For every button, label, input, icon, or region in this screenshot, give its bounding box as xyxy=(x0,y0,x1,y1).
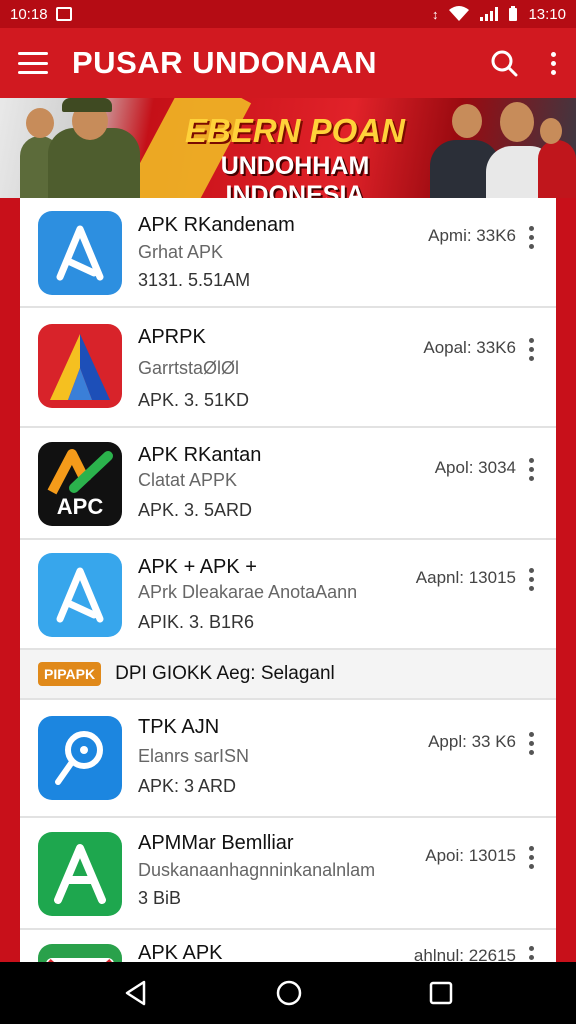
apc-icon: APC xyxy=(38,442,122,526)
app-meta: APK. 3. 51KD xyxy=(138,390,250,410)
gmail-icon xyxy=(38,944,122,962)
signal-icon xyxy=(480,7,499,21)
app-version: Apmi: 33K6 xyxy=(428,226,516,245)
svg-text:APC: APC xyxy=(57,494,104,519)
pin-icon xyxy=(38,716,122,800)
app-list-item[interactable]: APC APK RKantan Clatat APPK APK. 3. 5ARD… xyxy=(20,428,556,540)
app-name: APMMar Bemlliar xyxy=(138,832,294,854)
app-list-item[interactable]: APK + APK + APrk Dleakarae AnotaAann API… xyxy=(20,540,556,650)
overflow-menu-icon[interactable] xyxy=(548,51,558,75)
more-icon[interactable] xyxy=(526,458,536,481)
app-version: ahlnul: 22615 xyxy=(413,946,516,962)
promo-row[interactable]: PIPAPK DPI GIOKK Aeg: Selaganl xyxy=(20,650,556,700)
app-subtitle: GarrtstaØlØl xyxy=(138,358,240,378)
app-meta: APIK. 3. B1R6 xyxy=(138,612,255,632)
banner-headline: EBERN POAN xyxy=(184,112,406,149)
app-version: Apoi: 13015 xyxy=(425,846,516,865)
more-icon[interactable] xyxy=(526,946,536,962)
app-meta: 3131. 5.51AM xyxy=(138,270,251,290)
promo-tag: PIPAPK xyxy=(38,662,102,686)
app-version: Aapnl: 13015 xyxy=(415,568,516,587)
app-list-item[interactable]: TPK AJN Elanrs sarISN APK: 3 ARD Appl: 3… xyxy=(20,700,556,818)
app-subtitle: Clatat APPK xyxy=(138,470,238,490)
promo-text: DPI GIOKK Aeg: Selaganl xyxy=(115,663,335,684)
more-icon[interactable] xyxy=(526,568,536,591)
app-subtitle: Grhat APK xyxy=(138,242,224,262)
wifi-icon xyxy=(449,6,470,21)
status-clock: 13:10 xyxy=(528,5,566,23)
red-a-icon xyxy=(38,324,122,408)
app-title: PUSAR UNDONAAN xyxy=(72,45,377,80)
app-meta: APK: 3 ARD xyxy=(138,776,237,796)
status-bar: 10:18 ↕ 13:10 xyxy=(0,0,576,28)
app-version: Apol: 3034 xyxy=(434,458,516,477)
app-version: Aopal: 33K6 xyxy=(423,338,516,357)
battery-icon xyxy=(509,6,518,21)
banner-subheadline: UNDOHHAM INDONESIA xyxy=(220,152,370,198)
system-nav-bar xyxy=(0,962,576,1024)
blue-a-icon xyxy=(38,211,122,295)
app-list-item[interactable]: APRPK GarrtstaØlØl APK. 3. 51KD Aopal: 3… xyxy=(20,308,556,428)
back-icon[interactable] xyxy=(122,979,150,1007)
app-list-item[interactable]: APK APK ahlnul: 22615 xyxy=(20,930,556,962)
app-list-item[interactable]: APK RKandenam Grhat APK 3131. 5.51AM Apm… xyxy=(20,198,556,308)
search-icon[interactable] xyxy=(490,49,518,77)
more-icon[interactable] xyxy=(526,226,536,249)
green-a-icon xyxy=(38,832,122,916)
app-bar: PUSAR UNDONAAN xyxy=(0,28,576,98)
app-subtitle: APrk Dleakarae AnotaAann xyxy=(138,582,358,602)
app-name: APK RKantan xyxy=(138,444,262,466)
status-time: 10:18 xyxy=(10,5,48,23)
app-name: TPK AJN xyxy=(138,716,220,738)
app-list-item[interactable]: APMMar Bemlliar Duskanaanhagnninkanalnla… xyxy=(20,818,556,930)
recents-icon[interactable] xyxy=(428,980,454,1006)
app-subtitle: Elanrs sarISN xyxy=(138,746,250,766)
blue-a-icon xyxy=(38,553,122,637)
more-icon[interactable] xyxy=(526,846,536,869)
more-icon[interactable] xyxy=(526,338,536,361)
app-subtitle: Duskanaanhagnninkanalnlam xyxy=(138,860,376,880)
gallery-icon xyxy=(55,7,72,21)
more-icon[interactable] xyxy=(526,732,536,755)
app-name: APK RKandenam xyxy=(138,214,295,236)
promo-banner[interactable]: EBERN POAN UNDOHHAM INDONESIA xyxy=(0,98,576,198)
app-name: APK + APK + xyxy=(138,556,257,578)
app-meta: 3 BiB xyxy=(138,888,182,908)
app-name: APK APK xyxy=(138,942,223,962)
menu-icon[interactable] xyxy=(18,52,48,74)
vibrate-icon: ↕ xyxy=(431,6,439,22)
app-version: Appl: 33 K6 xyxy=(428,732,516,751)
app-meta: APK. 3. 5ARD xyxy=(138,500,253,520)
app-name: APRPK xyxy=(138,326,206,348)
app-list: APK RKandenam Grhat APK 3131. 5.51AM Apm… xyxy=(20,198,556,962)
home-icon[interactable] xyxy=(275,979,303,1007)
